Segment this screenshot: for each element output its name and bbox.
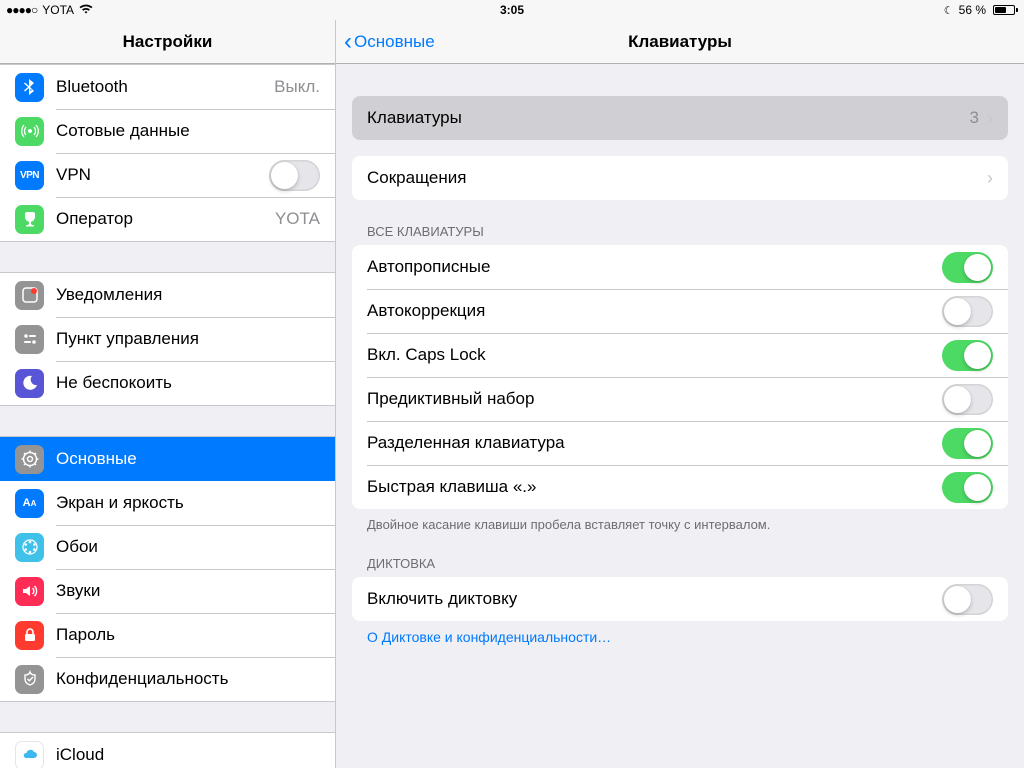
carrier-icon	[15, 205, 44, 234]
dnd-icon	[15, 369, 44, 398]
toggle-cell: Вкл. Caps Lock	[352, 333, 1008, 377]
toggle-cell: Автокоррекция	[352, 289, 1008, 333]
keyboard-option-toggle[interactable]	[942, 252, 993, 283]
section-dict-header: ДИКТОВКА	[352, 556, 1008, 571]
sidebar-title: Настройки	[123, 32, 213, 52]
sidebar-item-sounds[interactable]: Звуки	[0, 569, 335, 613]
detail-title: Клавиатуры	[628, 32, 732, 52]
toggle-label: Разделенная клавиатура	[367, 433, 942, 453]
vpn-icon: VPN	[15, 161, 44, 190]
sidebar-item-label: Bluetooth	[56, 77, 274, 97]
detail-pane: ‹ Основные Клавиатуры Клавиатуры 3 › Сок…	[336, 20, 1024, 768]
back-label: Основные	[354, 32, 435, 52]
chevron-right-icon: ›	[987, 108, 993, 129]
toggle-label: Быстрая клавиша «.»	[367, 477, 942, 497]
shortcuts-cell[interactable]: Сокращения ›	[352, 156, 1008, 200]
sidebar-item-bluetooth[interactable]: BluetoothВыкл.	[0, 65, 335, 109]
sidebar-item-label: Экран и яркость	[56, 493, 320, 513]
sidebar-item-display[interactable]: AA Экран и яркость	[0, 481, 335, 525]
sidebar-item-label: Сотовые данные	[56, 121, 320, 141]
general-icon	[15, 445, 44, 474]
sidebar: Настройки BluetoothВыкл. Сотовые данные VP…	[0, 20, 336, 768]
keyboard-option-toggle[interactable]	[942, 296, 993, 327]
dnd-moon-icon: ☾	[944, 4, 954, 17]
battery-pct: 56 %	[959, 3, 986, 17]
sidebar-item-icloud[interactable]: iCloud	[0, 733, 335, 768]
privacy-icon	[15, 665, 44, 694]
toggle-label: Предиктивный набор	[367, 389, 942, 409]
sidebar-item-value: YOTA	[275, 209, 320, 229]
keyboard-option-toggle[interactable]	[942, 472, 993, 503]
status-right: ☾ 56 %	[944, 3, 1018, 17]
back-button[interactable]: ‹ Основные	[336, 30, 435, 54]
sidebar-item-label: VPN	[56, 165, 269, 185]
sidebar-item-wallpaper[interactable]: Обои	[0, 525, 335, 569]
sidebar-header: Настройки	[0, 20, 335, 64]
section-all-header: ВСЕ КЛАВИАТУРЫ	[352, 224, 1008, 239]
passcode-icon	[15, 621, 44, 650]
keyboards-label: Клавиатуры	[367, 108, 970, 128]
sidebar-item-notif[interactable]: Уведомления	[0, 273, 335, 317]
sidebar-item-label: Пароль	[56, 625, 320, 645]
cellular-icon	[15, 117, 44, 146]
notif-icon	[15, 281, 44, 310]
sidebar-item-label: iCloud	[56, 745, 320, 765]
sidebar-item-control[interactable]: Пункт управления	[0, 317, 335, 361]
sidebar-item-general[interactable]: Основные	[0, 437, 335, 481]
toggle-cell: Разделенная клавиатура	[352, 421, 1008, 465]
sidebar-item-cellular[interactable]: Сотовые данные	[0, 109, 335, 153]
keyboard-option-toggle[interactable]	[942, 428, 993, 459]
toggle-label: Автокоррекция	[367, 301, 942, 321]
sidebar-item-label: Основные	[56, 449, 320, 469]
vpn-toggle[interactable]	[269, 160, 320, 191]
sidebar-scroll[interactable]: BluetoothВыкл. Сотовые данные VPN VPN Операт…	[0, 64, 335, 768]
sidebar-item-label: Не беспокоить	[56, 373, 320, 393]
battery-icon	[991, 5, 1018, 15]
chevron-left-icon: ‹	[344, 30, 352, 54]
sidebar-item-label: Конфиденциальность	[56, 669, 320, 689]
dictation-toggle[interactable]	[942, 584, 993, 615]
sidebar-item-label: Обои	[56, 537, 320, 557]
keyboard-option-toggle[interactable]	[942, 384, 993, 415]
wallpaper-icon	[15, 533, 44, 562]
sidebar-item-label: Оператор	[56, 209, 275, 229]
toggle-cell: Быстрая клавиша «.»	[352, 465, 1008, 509]
toggle-label: Вкл. Caps Lock	[367, 345, 942, 365]
sidebar-item-carrier[interactable]: ОператорYOTA	[0, 197, 335, 241]
sidebar-item-dnd[interactable]: Не беспокоить	[0, 361, 335, 405]
shortcut-footer: Двойное касание клавиши пробела вставляе…	[352, 517, 1008, 532]
sidebar-item-passcode[interactable]: Пароль	[0, 613, 335, 657]
keyboards-cell[interactable]: Клавиатуры 3 ›	[352, 96, 1008, 140]
sidebar-item-label: Пункт управления	[56, 329, 320, 349]
toggle-cell: Предиктивный набор	[352, 377, 1008, 421]
display-icon: AA	[15, 489, 44, 518]
control-icon	[15, 325, 44, 354]
status-time: 3:05	[500, 3, 524, 17]
dictation-cell: Включить диктовку	[352, 577, 1008, 621]
icloud-icon	[15, 741, 44, 768]
wifi-icon	[79, 3, 93, 17]
dictation-label: Включить диктовку	[367, 589, 942, 609]
toggle-cell: Автопрописные	[352, 245, 1008, 289]
sidebar-item-label: Уведомления	[56, 285, 320, 305]
carrier-label: YOTA	[42, 3, 74, 17]
sidebar-item-vpn[interactable]: VPN VPN	[0, 153, 335, 197]
sidebar-item-value: Выкл.	[274, 77, 320, 97]
shortcuts-label: Сокращения	[367, 168, 987, 188]
toggle-label: Автопрописные	[367, 257, 942, 277]
sidebar-item-label: Звуки	[56, 581, 320, 601]
sounds-icon	[15, 577, 44, 606]
signal-dots-icon: ●●●●○	[6, 3, 37, 17]
status-left: ●●●●○ YOTA	[6, 3, 93, 17]
bluetooth-icon	[15, 73, 44, 102]
detail-header: ‹ Основные Клавиатуры	[336, 20, 1024, 64]
status-bar: ●●●●○ YOTA 3:05 ☾ 56 %	[0, 0, 1024, 20]
sidebar-item-privacy[interactable]: Конфиденциальность	[0, 657, 335, 701]
detail-scroll[interactable]: Клавиатуры 3 › Сокращения › ВСЕ КЛАВИАТУ…	[336, 64, 1024, 768]
keyboards-count: 3	[970, 108, 979, 128]
keyboard-option-toggle[interactable]	[942, 340, 993, 371]
dictation-privacy-link[interactable]: О Диктовке и конфиденциальности…	[352, 629, 1008, 645]
chevron-right-icon: ›	[987, 168, 993, 189]
